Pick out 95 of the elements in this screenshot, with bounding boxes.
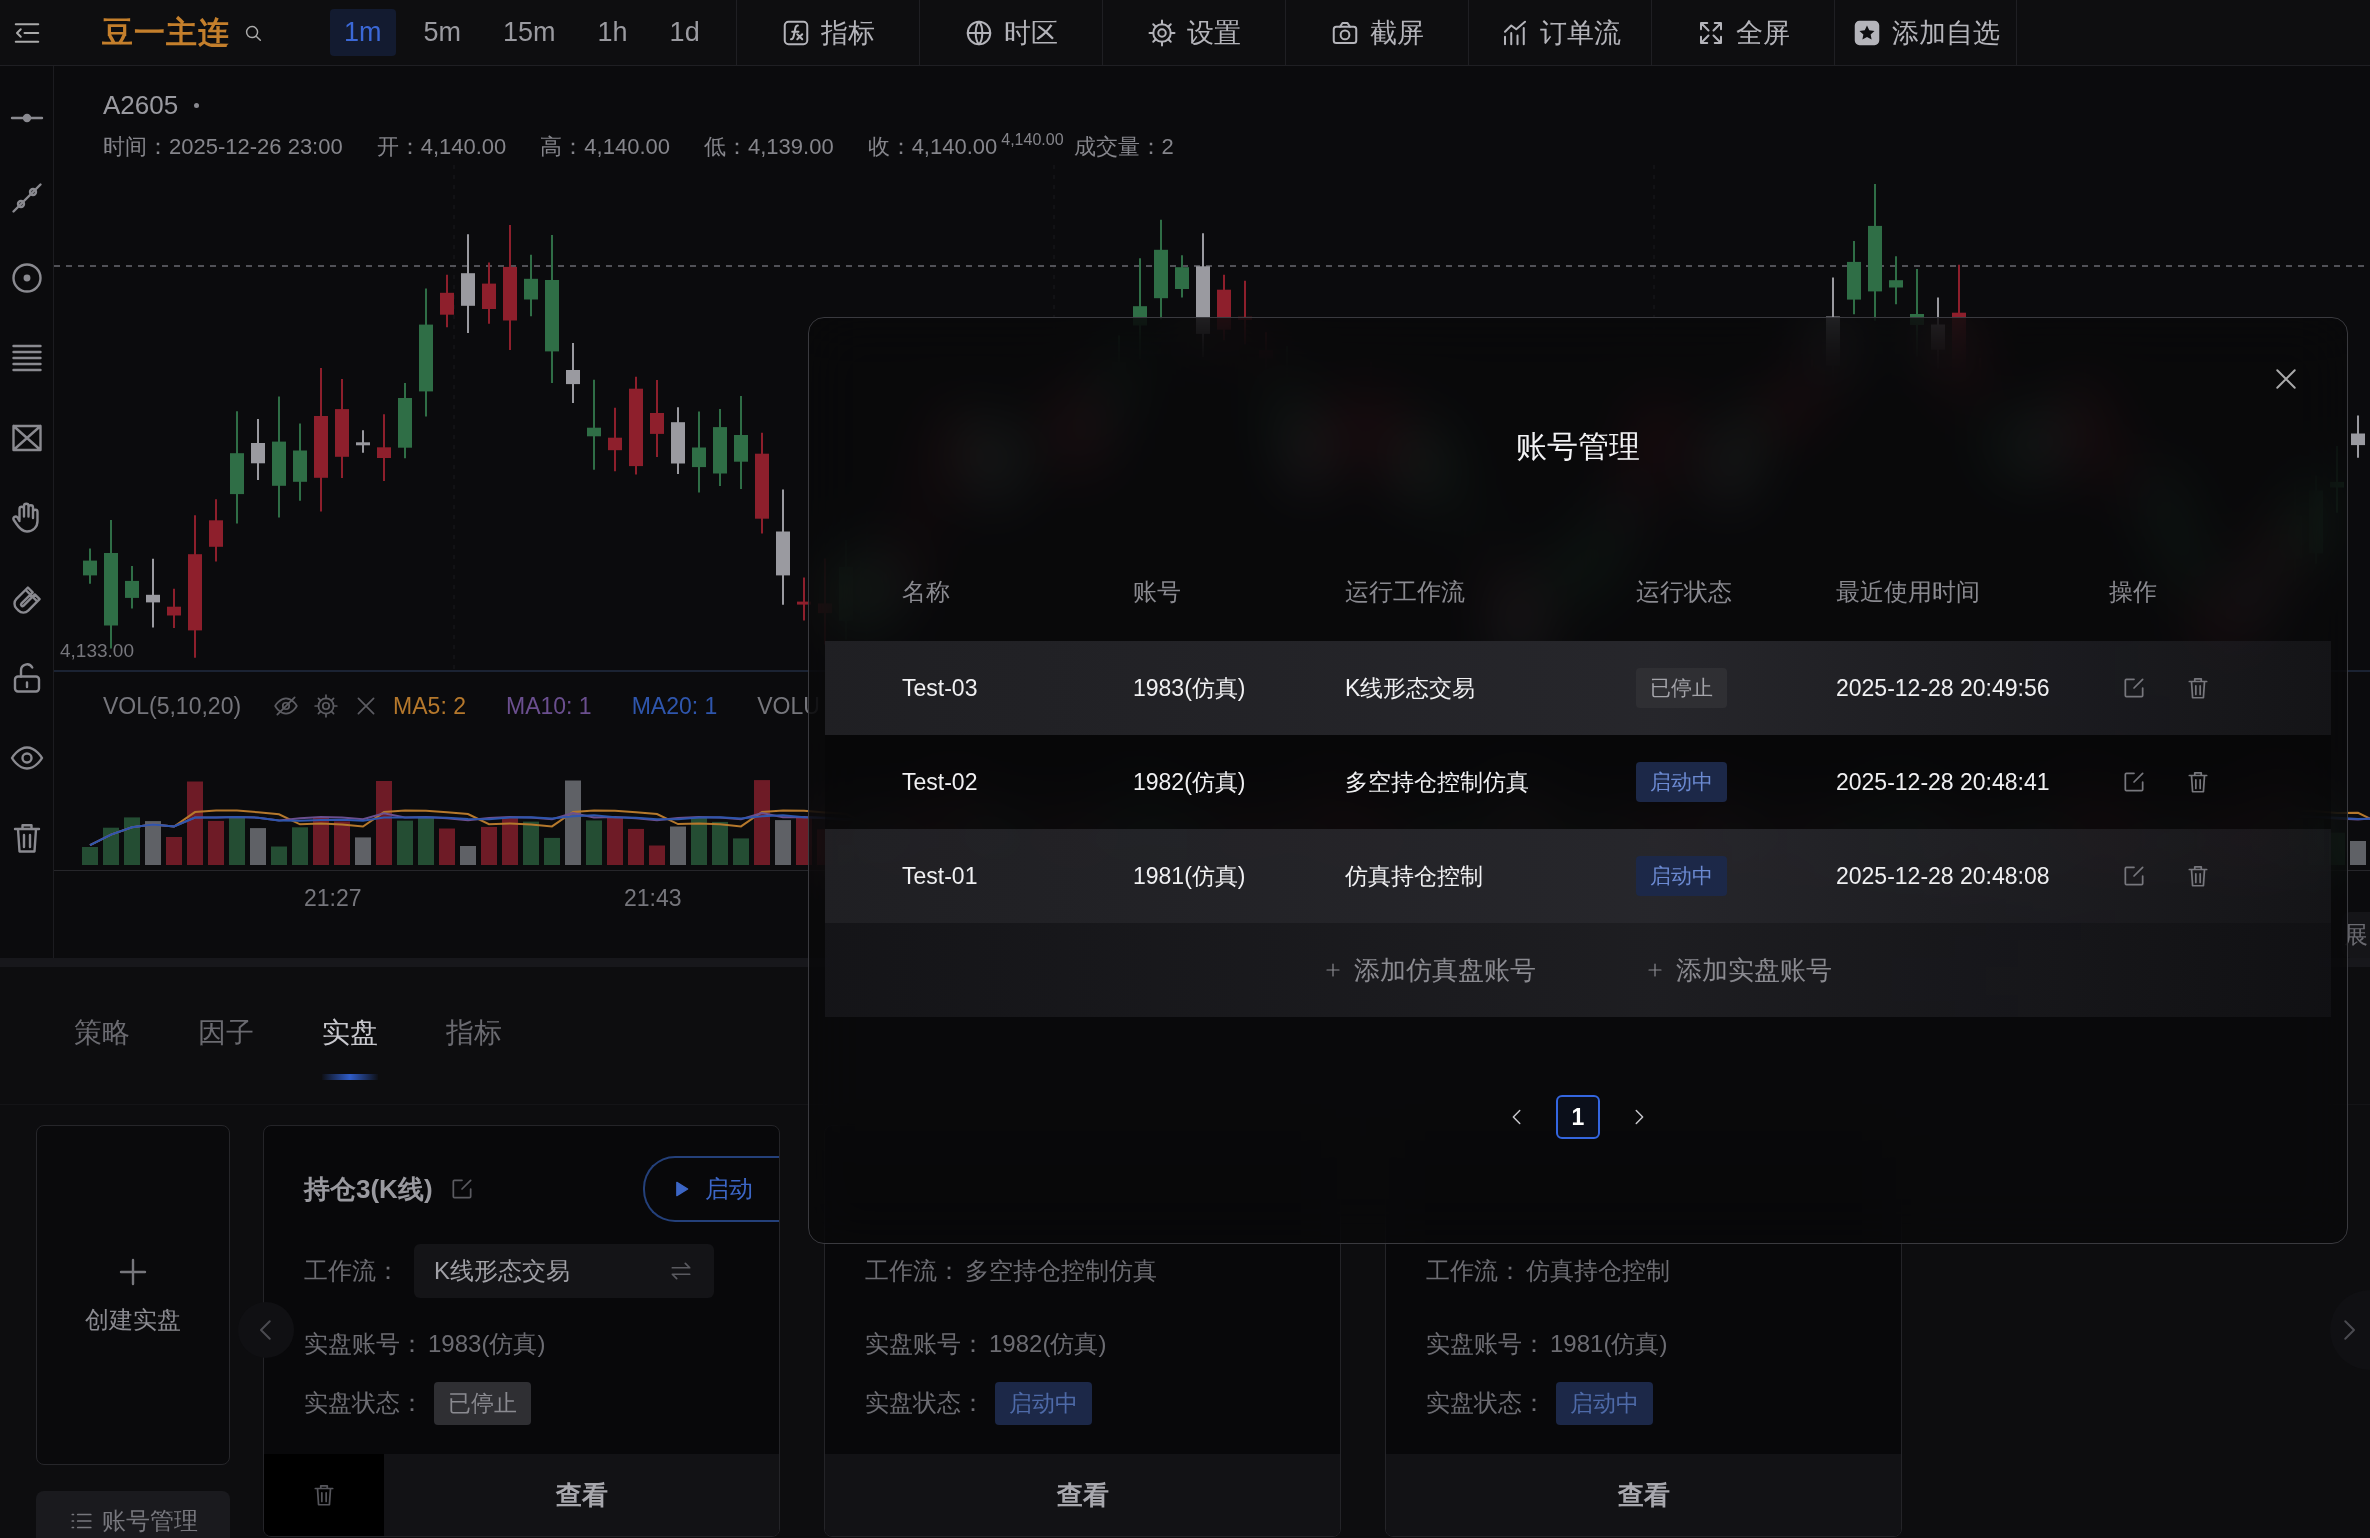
toolbar-button[interactable]: 指标 [736, 0, 919, 66]
interval-tab[interactable]: 1h [583, 9, 642, 56]
table-cell-text: 2025-12-28 20:48:41 [1836, 768, 2051, 796]
ohlc-value: 收：4,140.00 [867, 133, 998, 161]
status-badge: 启动中 [1636, 762, 1727, 802]
dot-icon [194, 102, 200, 108]
status-badge: 已停止 [1636, 668, 1727, 708]
table-cell-text: 2025-12-28 20:49:56 [1836, 674, 2051, 702]
settings-icon [1147, 17, 1177, 48]
table-cell-text: 仿真持仓控制 [1345, 861, 1484, 891]
workflow-select[interactable]: K线形态交易 [414, 1244, 714, 1298]
panel-tab[interactable]: 指标 [446, 991, 502, 1080]
field-label: 工作流： [1426, 1256, 1522, 1286]
moving-average-value: MA20: 1 [631, 692, 718, 720]
moving-average-value: MA10: 1 [505, 692, 592, 720]
table-cell-text: Test-03 [902, 674, 979, 702]
interval-tab[interactable]: 15m [489, 9, 570, 56]
trash-icon [311, 1482, 337, 1508]
field-label: 实盘状态： [1426, 1388, 1546, 1418]
edit-icon[interactable] [2121, 769, 2147, 795]
status-badge: 已停止 [434, 1381, 531, 1425]
toolbar-button[interactable]: 设置 [1102, 0, 1285, 66]
field-label: 实盘账号： [865, 1329, 985, 1359]
plus-icon [1324, 961, 1342, 979]
add-account-link[interactable]: 添加仿真盘账号 [1324, 952, 1536, 988]
moving-average-value: MA5: 2 [393, 692, 466, 720]
price-tag: 4,140.00 [1001, 131, 1064, 149]
trash-icon[interactable] [2185, 769, 2211, 795]
interval-tab[interactable]: 1d [655, 9, 714, 56]
toolbar-button[interactable]: 订单流 [1468, 0, 1651, 66]
card-title: 持仓3(K线) [304, 1172, 433, 1206]
create-card[interactable]: 创建实盘 [36, 1125, 230, 1465]
ohlc-value: 时间：2025-12-26 23:00 [103, 133, 343, 161]
field-value: 多空持仓控制仿真 [965, 1256, 1157, 1286]
trash-icon[interactable] [2185, 863, 2211, 889]
volume-value: 成交量：2 [1073, 133, 1174, 161]
column-header: 账号 [1133, 577, 1182, 607]
field-value: 1981(仿真) [1550, 1329, 1668, 1359]
interval-tab[interactable]: 5m [409, 9, 476, 56]
status-badge: 启动中 [995, 1381, 1092, 1425]
time-axis-label: 21:43 [624, 885, 682, 912]
table-cell-text: 多空持仓控制仿真 [1345, 767, 1530, 797]
contract-symbol: A2605 [103, 89, 179, 121]
status-badge: 启动中 [1556, 1381, 1653, 1425]
field-label: 实盘账号： [304, 1329, 424, 1359]
table-cell-text: 2025-12-28 20:48:08 [1836, 862, 2051, 890]
hidden-icon[interactable] [273, 693, 300, 719]
start-button[interactable]: 启动 [643, 1156, 779, 1222]
column-header: 操作 [2109, 577, 2158, 607]
toolbar-button[interactable]: 时区 [919, 0, 1102, 66]
settings-icon[interactable] [313, 693, 340, 719]
table-cell-text: 1981(仿真) [1133, 861, 1247, 891]
toolbar-button[interactable]: 添加自选 [1834, 0, 2017, 66]
field-label: 实盘账号： [1426, 1329, 1546, 1359]
table-cell-text: K线形态交易 [1345, 673, 1477, 703]
ohlc-value: 低：4,139.00 [704, 133, 834, 161]
field-value: 1982(仿真) [989, 1329, 1107, 1359]
plus-icon [1646, 961, 1664, 979]
panel-tab[interactable]: 因子 [198, 991, 254, 1080]
field-label: 工作流： [304, 1256, 400, 1286]
panel-tab[interactable]: 策略 [74, 991, 130, 1080]
view-button[interactable]: 查看 [825, 1454, 1340, 1536]
ohlc-value: 高：4,140.00 [540, 133, 670, 161]
field-value: 仿真持仓控制 [1526, 1256, 1670, 1286]
edit-icon[interactable] [2121, 675, 2147, 701]
table-cell-text: 1983(仿真) [1133, 673, 1247, 703]
column-header: 最近使用时间 [1836, 577, 1981, 607]
panel-tab[interactable]: 实盘 [322, 991, 378, 1080]
field-label: 实盘状态： [304, 1388, 424, 1418]
field-label: 实盘状态： [865, 1388, 985, 1418]
column-header: 运行工作流 [1345, 577, 1466, 607]
symbol-name[interactable]: 豆一主连 [102, 11, 230, 54]
dialog-title: 账号管理 [1515, 428, 1641, 466]
toolbar-button[interactable]: 截屏 [1285, 0, 1468, 66]
price-axis-label: 4,133.00 [60, 640, 134, 662]
add-account-link[interactable]: 添加实盘账号 [1646, 952, 1832, 988]
status-badge: 启动中 [1636, 856, 1727, 896]
table-cell-text: Test-02 [902, 768, 979, 796]
indicator-name: VOL(5,10,20) [103, 692, 242, 720]
time-axis-label: 21:27 [304, 885, 362, 912]
create-label: 创建实盘 [85, 1305, 181, 1335]
trash-icon[interactable] [2185, 675, 2211, 701]
table-cell-text: 1982(仿真) [1133, 767, 1247, 797]
indicator-name: VOLU [757, 692, 820, 720]
field-label: 工作流： [865, 1256, 961, 1286]
account-manage-button[interactable]: 账号管理 [36, 1491, 230, 1538]
ohlc-value: 开：4,140.00 [376, 133, 507, 161]
table-cell-text: Test-01 [902, 862, 979, 890]
edit-icon[interactable] [2121, 863, 2147, 889]
page-button[interactable]: 1 [1556, 1095, 1600, 1139]
view-button[interactable]: 查看 [1386, 1454, 1901, 1536]
toolbar-button[interactable]: 全屏 [1651, 0, 1834, 66]
column-header: 运行状态 [1636, 577, 1733, 607]
column-header: 名称 [902, 577, 951, 607]
field-value: 1983(仿真) [428, 1329, 546, 1359]
